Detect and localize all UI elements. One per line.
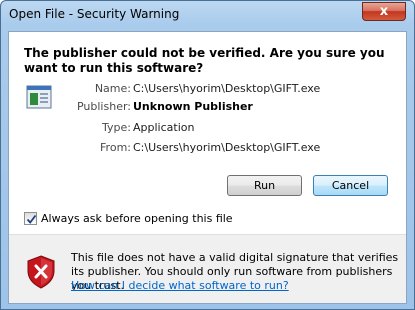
type-value: Application bbox=[133, 121, 195, 134]
window-title: Open File - Security Warning bbox=[9, 7, 180, 21]
name-value: C:\Users\hyorim\Desktop\GIFT.exe bbox=[133, 82, 321, 95]
publisher-value: Unknown Publisher bbox=[133, 100, 253, 113]
run-button[interactable]: Run bbox=[227, 175, 302, 196]
checkmark-icon bbox=[26, 214, 37, 224]
always-ask-label[interactable]: Always ask before opening this file bbox=[41, 212, 233, 225]
title-bar[interactable]: Open File - Security Warning x bbox=[1, 1, 414, 27]
application-icon bbox=[26, 84, 52, 110]
warning-heading: The publisher could not be verified. Are… bbox=[24, 46, 385, 75]
cancel-button[interactable]: Cancel bbox=[313, 175, 388, 196]
always-ask-checkbox[interactable] bbox=[24, 212, 37, 225]
close-button[interactable]: x bbox=[362, 2, 406, 21]
name-label: Name: bbox=[94, 82, 131, 95]
from-value: C:\Users\hyorim\Desktop\GIFT.exe bbox=[133, 141, 321, 154]
publisher-label: Publisher: bbox=[76, 100, 131, 113]
close-icon: x bbox=[379, 4, 389, 19]
type-label: Type: bbox=[102, 121, 131, 134]
from-label: From: bbox=[100, 141, 131, 154]
shield-x-icon bbox=[26, 255, 56, 289]
help-link[interactable]: How can I decide what software to run? bbox=[71, 279, 289, 292]
security-warning-dialog: Open File - Security Warning x The publi… bbox=[0, 0, 415, 310]
dialog-content: The publisher could not be verified. Are… bbox=[8, 31, 407, 304]
